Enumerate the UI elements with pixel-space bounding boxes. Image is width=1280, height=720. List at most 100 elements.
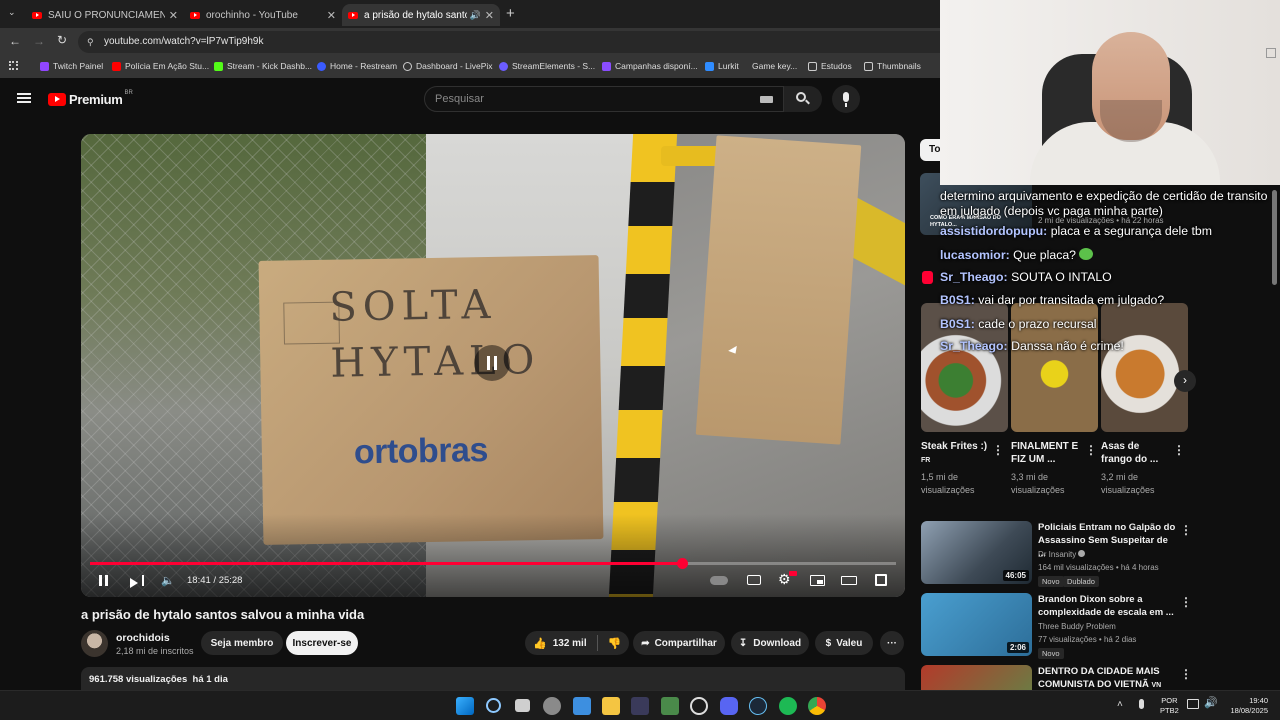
rec-thumbnail-1[interactable]: 46:05 — [921, 521, 1032, 584]
short-title-1[interactable]: Steak Frites :) FR — [921, 440, 989, 467]
forward-icon[interactable]: → — [33, 34, 45, 48]
cardboard-sign: SOLTA HYTALO ortobras — [258, 255, 604, 545]
volume-tray-icon[interactable]: 🔊 — [1204, 696, 1218, 709]
progress-bar[interactable] — [90, 558, 896, 569]
share-icon: ➦ — [641, 637, 650, 649]
menu-icon[interactable] — [17, 93, 31, 103]
dislike-icon[interactable]: 👎 — [608, 637, 622, 650]
rec-thumbnail-2[interactable]: 2:06 — [921, 593, 1032, 656]
site-info-icon[interactable]: ⚲ — [87, 31, 94, 53]
voice-search-button[interactable] — [832, 85, 860, 113]
mic-tray-icon[interactable] — [1139, 699, 1144, 709]
apps-grid-icon[interactable] — [9, 61, 18, 70]
chrome-icon[interactable] — [808, 697, 826, 715]
discord-icon[interactable] — [720, 697, 738, 715]
windows-start-icon[interactable] — [456, 697, 474, 715]
autoplay-toggle[interactable] — [710, 576, 728, 585]
short-menu-button[interactable]: ⋮ — [1085, 443, 1097, 457]
youtube-logo[interactable]: Premium BR — [48, 90, 133, 107]
center-pause-button[interactable] — [474, 345, 510, 381]
rec-title-2[interactable]: Brandon Dixon sobre a complexidade de es… — [1038, 593, 1176, 619]
bookmark-item[interactable]: Stream - Kick Dashb... — [214, 61, 312, 71]
file-explorer-icon[interactable] — [602, 697, 620, 715]
search-icon[interactable] — [486, 698, 501, 713]
fullscreen-icon[interactable] — [875, 574, 887, 586]
subscribe-button[interactable]: Inscrever-se — [286, 631, 358, 655]
sign-handwriting: SOLTA HYTALO — [328, 281, 541, 387]
subtitles-icon[interactable] — [747, 575, 761, 585]
url-field[interactable]: ⚲ youtube.com/watch?v=lP7wTip9h9k — [78, 31, 940, 53]
bookmark-item[interactable]: Dashboard - LivePix — [403, 61, 493, 71]
chat-line: assistidordopupu: placa e a segurança de… — [940, 224, 1213, 238]
bookmark-item[interactable]: Twitch Painel — [40, 61, 103, 71]
rec-thumbnail-3[interactable] — [921, 665, 1032, 690]
thanks-button[interactable]: $ Valeu — [815, 631, 873, 655]
download-button[interactable]: ↧ Download — [731, 631, 809, 655]
short-menu-button[interactable]: ⋮ — [1173, 443, 1185, 457]
task-view-icon[interactable] — [515, 699, 530, 712]
photos-icon[interactable] — [573, 697, 591, 715]
pause-icon — [99, 575, 102, 586]
short-title-2[interactable]: FINALMENT E FIZ UM ... — [1011, 440, 1079, 466]
theater-mode-icon[interactable] — [841, 576, 857, 585]
channel-avatar[interactable] — [81, 630, 108, 657]
close-icon[interactable]: ✕ — [169, 9, 178, 22]
shorts-next-button[interactable]: › — [1174, 370, 1196, 392]
steam-icon[interactable] — [749, 697, 767, 715]
settings-icon[interactable] — [543, 697, 561, 715]
short-menu-button[interactable]: ⋮ — [992, 443, 1004, 457]
bookmark-item[interactable]: Home - Restream — [317, 61, 397, 71]
search-button[interactable] — [784, 86, 822, 112]
github-icon[interactable] — [690, 697, 708, 715]
tab-2[interactable]: orochinho - YouTube ✕ — [184, 4, 342, 26]
new-tab-button[interactable]: + — [506, 5, 515, 22]
share-button[interactable]: ➦ Compartilhar — [633, 631, 725, 655]
rec-title-3[interactable]: DENTRO DA CIDADE MAIS COMUNISTA DO VIETN… — [1038, 665, 1178, 690]
video-player[interactable]: SOLTA HYTALO ortobras 🔈 18:41 / 25:28 ⚙ — [81, 134, 905, 597]
next-button[interactable] — [130, 575, 145, 593]
pause-button[interactable] — [98, 575, 110, 587]
like-count[interactable]: 132 mil — [553, 638, 587, 649]
rec-menu-button[interactable]: ⋮ — [1180, 523, 1192, 537]
reload-icon[interactable]: ↻ — [57, 33, 67, 47]
short-title-3[interactable]: Asas de frango do ... — [1101, 440, 1169, 466]
bookmark-item[interactable]: Campanhas disponí... — [602, 61, 698, 71]
close-icon[interactable]: ✕ — [327, 9, 336, 22]
miniplayer-icon[interactable] — [810, 575, 825, 586]
bookmark-item[interactable]: Polícia Em Ação Stu... — [112, 61, 209, 71]
back-icon[interactable]: ← — [9, 34, 21, 48]
verified-icon — [1078, 550, 1086, 557]
more-horizontal-icon: ··· — [887, 637, 897, 649]
tab-list-chevron-icon[interactable]: ⌄ — [8, 7, 20, 19]
spotify-icon[interactable] — [779, 697, 797, 715]
bookmark-item[interactable]: StreamElements - S... — [499, 61, 595, 71]
speaker-icon[interactable]: 🔊 — [470, 10, 481, 21]
progress-scrubber[interactable] — [676, 558, 688, 569]
download-icon: ↧ — [738, 637, 748, 649]
bookmark-item[interactable]: Game key... — [752, 61, 797, 71]
tray-chevron-icon[interactable]: ˄ — [1117, 699, 1123, 710]
rec-menu-button[interactable]: ⋮ — [1180, 595, 1192, 609]
keyboard-language[interactable]: POR PTB2 — [1160, 696, 1179, 716]
tab-3-active[interactable]: a prisão de hytalo santos sa... 🔊 ✕ — [342, 4, 500, 26]
more-actions-button[interactable]: ··· — [880, 631, 904, 655]
rec-menu-button[interactable]: ⋮ — [1180, 667, 1192, 681]
description-box[interactable]: 961.758 visualizações há 1 dia — [81, 667, 905, 690]
keyboard-icon[interactable] — [760, 96, 773, 103]
search-input[interactable]: Pesquisar — [424, 86, 784, 112]
tab-1[interactable]: SAIU O PRONUNCIAMENTO K... ✕ — [26, 4, 184, 26]
chat-line: B0S1: cade o prazo recursal — [940, 317, 1097, 331]
bookmark-item[interactable]: Lurkit — [705, 61, 739, 71]
network-icon[interactable] — [1187, 699, 1199, 709]
like-icon[interactable]: 👍 — [533, 637, 547, 650]
clock[interactable]: 19:40 18/08/2025 — [1224, 696, 1268, 716]
obs-icon[interactable] — [661, 697, 679, 715]
close-icon[interactable]: ✕ — [485, 9, 494, 22]
join-button[interactable]: Seja membro — [201, 631, 283, 655]
volume-icon[interactable]: 🔈 — [161, 574, 175, 587]
channel-name[interactable]: orochidois — [116, 632, 170, 644]
app-icon[interactable] — [631, 697, 649, 715]
bookmark-folder[interactable]: Estudos — [808, 61, 852, 71]
lurkit-icon — [705, 61, 714, 71]
bookmark-folder[interactable]: Thumbnails — [864, 61, 921, 71]
